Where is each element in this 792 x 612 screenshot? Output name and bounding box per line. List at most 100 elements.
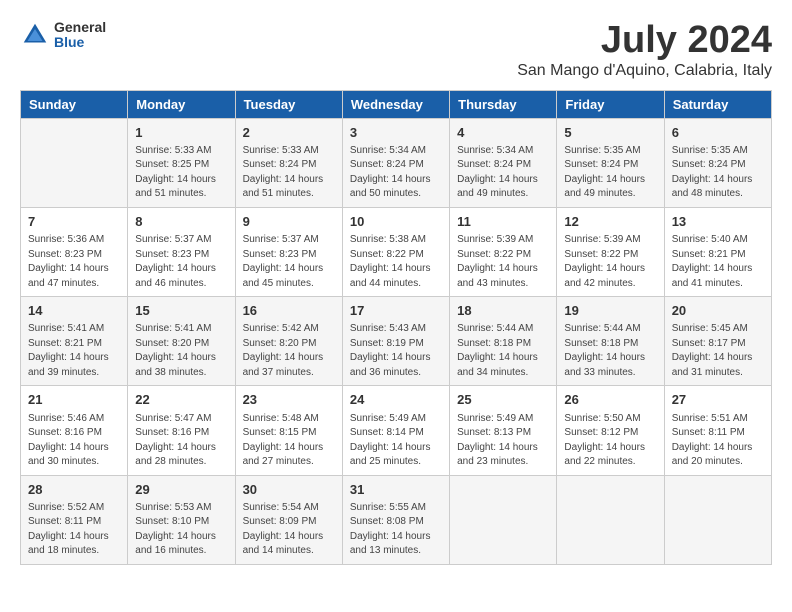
day-info: Sunrise: 5:39 AM Sunset: 8:22 PM Dayligh… [457, 233, 549, 291]
header-row: SundayMondayTuesdayWednesdayThursdayFrid… [21, 90, 772, 118]
day-info: Sunrise: 5:47 AM Sunset: 8:16 PM Dayligh… [135, 412, 227, 470]
day-number: 18 [457, 302, 549, 320]
day-number: 17 [350, 302, 442, 320]
day-cell: 16 Sunrise: 5:42 AM Sunset: 8:20 PM Dayli… [235, 297, 342, 386]
header-day-friday: Friday [557, 90, 664, 118]
day-number: 11 [457, 213, 549, 231]
day-info: Sunrise: 5:54 AM Sunset: 8:09 PM Dayligh… [243, 501, 335, 559]
day-info: Sunrise: 5:35 AM Sunset: 8:24 PM Dayligh… [672, 144, 764, 202]
day-info: Sunrise: 5:42 AM Sunset: 8:20 PM Dayligh… [243, 322, 335, 380]
day-number: 13 [672, 213, 764, 231]
header-day-saturday: Saturday [664, 90, 771, 118]
day-cell: 20 Sunrise: 5:45 AM Sunset: 8:17 PM Dayli… [664, 297, 771, 386]
day-number: 8 [135, 213, 227, 231]
day-number: 3 [350, 124, 442, 142]
day-cell: 3 Sunrise: 5:34 AM Sunset: 8:24 PM Daylig… [342, 118, 449, 207]
day-info: Sunrise: 5:55 AM Sunset: 8:08 PM Dayligh… [350, 501, 442, 559]
day-cell: 7Sunrise: 5:36 AM Sunset: 8:23 PM Daylig… [21, 207, 128, 296]
day-cell: 24 Sunrise: 5:49 AM Sunset: 8:14 PM Dayli… [342, 386, 449, 475]
day-cell [21, 118, 128, 207]
calendar-title: July 2024 [517, 20, 772, 62]
week-row-1: 1 Sunrise: 5:33 AM Sunset: 8:25 PM Daylig… [21, 118, 772, 207]
day-number: 28 [28, 481, 120, 499]
header-day-wednesday: Wednesday [342, 90, 449, 118]
day-number: 16 [243, 302, 335, 320]
day-cell: 30 Sunrise: 5:54 AM Sunset: 8:09 PM Dayli… [235, 475, 342, 564]
week-row-2: 7Sunrise: 5:36 AM Sunset: 8:23 PM Daylig… [21, 207, 772, 296]
day-cell: 6 Sunrise: 5:35 AM Sunset: 8:24 PM Daylig… [664, 118, 771, 207]
day-number: 6 [672, 124, 764, 142]
day-number: 2 [243, 124, 335, 142]
day-info: Sunrise: 5:41 AM Sunset: 8:20 PM Dayligh… [135, 322, 227, 380]
day-cell: 12 Sunrise: 5:39 AM Sunset: 8:22 PM Dayli… [557, 207, 664, 296]
day-cell [450, 475, 557, 564]
day-cell: 8 Sunrise: 5:37 AM Sunset: 8:23 PM Daylig… [128, 207, 235, 296]
day-cell: 14 Sunrise: 5:41 AM Sunset: 8:21 PM Dayli… [21, 297, 128, 386]
day-cell: 4 Sunrise: 5:34 AM Sunset: 8:24 PM Daylig… [450, 118, 557, 207]
day-info: Sunrise: 5:39 AM Sunset: 8:22 PM Dayligh… [564, 233, 656, 291]
day-info: Sunrise: 5:38 AM Sunset: 8:22 PM Dayligh… [350, 233, 442, 291]
day-number: 26 [564, 391, 656, 409]
day-info: Sunrise: 5:45 AM Sunset: 8:17 PM Dayligh… [672, 322, 764, 380]
day-cell: 23 Sunrise: 5:48 AM Sunset: 8:15 PM Dayli… [235, 386, 342, 475]
day-info: Sunrise: 5:51 AM Sunset: 8:11 PM Dayligh… [672, 412, 764, 470]
day-cell: 21Sunrise: 5:46 AM Sunset: 8:16 PM Dayli… [21, 386, 128, 475]
day-info: Sunrise: 5:36 AM Sunset: 8:23 PM Dayligh… [28, 233, 120, 291]
logo-blue-text: Blue [54, 35, 106, 50]
day-cell: 15Sunrise: 5:41 AM Sunset: 8:20 PM Dayli… [128, 297, 235, 386]
day-info: Sunrise: 5:44 AM Sunset: 8:18 PM Dayligh… [564, 322, 656, 380]
day-info: Sunrise: 5:34 AM Sunset: 8:24 PM Dayligh… [350, 144, 442, 202]
day-number: 9 [243, 213, 335, 231]
day-cell: 26 Sunrise: 5:50 AM Sunset: 8:12 PM Dayli… [557, 386, 664, 475]
logo-icon [20, 20, 50, 50]
day-cell [664, 475, 771, 564]
title-area: July 2024 San Mango d'Aquino, Calabria, … [517, 20, 772, 80]
day-number: 27 [672, 391, 764, 409]
day-cell: 1 Sunrise: 5:33 AM Sunset: 8:25 PM Daylig… [128, 118, 235, 207]
day-number: 22 [135, 391, 227, 409]
day-info: Sunrise: 5:40 AM Sunset: 8:21 PM Dayligh… [672, 233, 764, 291]
week-row-4: 21Sunrise: 5:46 AM Sunset: 8:16 PM Dayli… [21, 386, 772, 475]
day-cell: 28Sunrise: 5:52 AM Sunset: 8:11 PM Dayli… [21, 475, 128, 564]
day-info: Sunrise: 5:34 AM Sunset: 8:24 PM Dayligh… [457, 144, 549, 202]
day-number: 30 [243, 481, 335, 499]
day-info: Sunrise: 5:48 AM Sunset: 8:15 PM Dayligh… [243, 412, 335, 470]
day-cell: 29Sunrise: 5:53 AM Sunset: 8:10 PM Dayli… [128, 475, 235, 564]
day-info: Sunrise: 5:44 AM Sunset: 8:18 PM Dayligh… [457, 322, 549, 380]
day-cell: 10 Sunrise: 5:38 AM Sunset: 8:22 PM Dayli… [342, 207, 449, 296]
day-info: Sunrise: 5:33 AM Sunset: 8:24 PM Dayligh… [243, 144, 335, 202]
day-info: Sunrise: 5:46 AM Sunset: 8:16 PM Dayligh… [28, 412, 120, 470]
day-number: 24 [350, 391, 442, 409]
day-number: 4 [457, 124, 549, 142]
day-info: Sunrise: 5:50 AM Sunset: 8:12 PM Dayligh… [564, 412, 656, 470]
day-number: 14 [28, 302, 120, 320]
day-cell: 13 Sunrise: 5:40 AM Sunset: 8:21 PM Dayli… [664, 207, 771, 296]
week-row-5: 28Sunrise: 5:52 AM Sunset: 8:11 PM Dayli… [21, 475, 772, 564]
logo: General Blue [20, 20, 106, 51]
day-info: Sunrise: 5:43 AM Sunset: 8:19 PM Dayligh… [350, 322, 442, 380]
calendar-subtitle: San Mango d'Aquino, Calabria, Italy [517, 62, 772, 80]
day-cell: 2 Sunrise: 5:33 AM Sunset: 8:24 PM Daylig… [235, 118, 342, 207]
day-info: Sunrise: 5:49 AM Sunset: 8:14 PM Dayligh… [350, 412, 442, 470]
logo-general-text: General [54, 20, 106, 35]
day-info: Sunrise: 5:33 AM Sunset: 8:25 PM Dayligh… [135, 144, 227, 202]
day-number: 1 [135, 124, 227, 142]
day-number: 19 [564, 302, 656, 320]
day-info: Sunrise: 5:37 AM Sunset: 8:23 PM Dayligh… [135, 233, 227, 291]
day-number: 12 [564, 213, 656, 231]
day-number: 25 [457, 391, 549, 409]
header-day-thursday: Thursday [450, 90, 557, 118]
day-number: 31 [350, 481, 442, 499]
day-number: 5 [564, 124, 656, 142]
day-cell: 9Sunrise: 5:37 AM Sunset: 8:23 PM Daylig… [235, 207, 342, 296]
header-day-monday: Monday [128, 90, 235, 118]
logo-text: General Blue [54, 20, 106, 51]
day-number: 20 [672, 302, 764, 320]
header-day-tuesday: Tuesday [235, 90, 342, 118]
day-number: 23 [243, 391, 335, 409]
day-cell: 31 Sunrise: 5:55 AM Sunset: 8:08 PM Dayli… [342, 475, 449, 564]
day-number: 29 [135, 481, 227, 499]
day-number: 10 [350, 213, 442, 231]
calendar-table: SundayMondayTuesdayWednesdayThursdayFrid… [20, 90, 772, 565]
day-info: Sunrise: 5:41 AM Sunset: 8:21 PM Dayligh… [28, 322, 120, 380]
